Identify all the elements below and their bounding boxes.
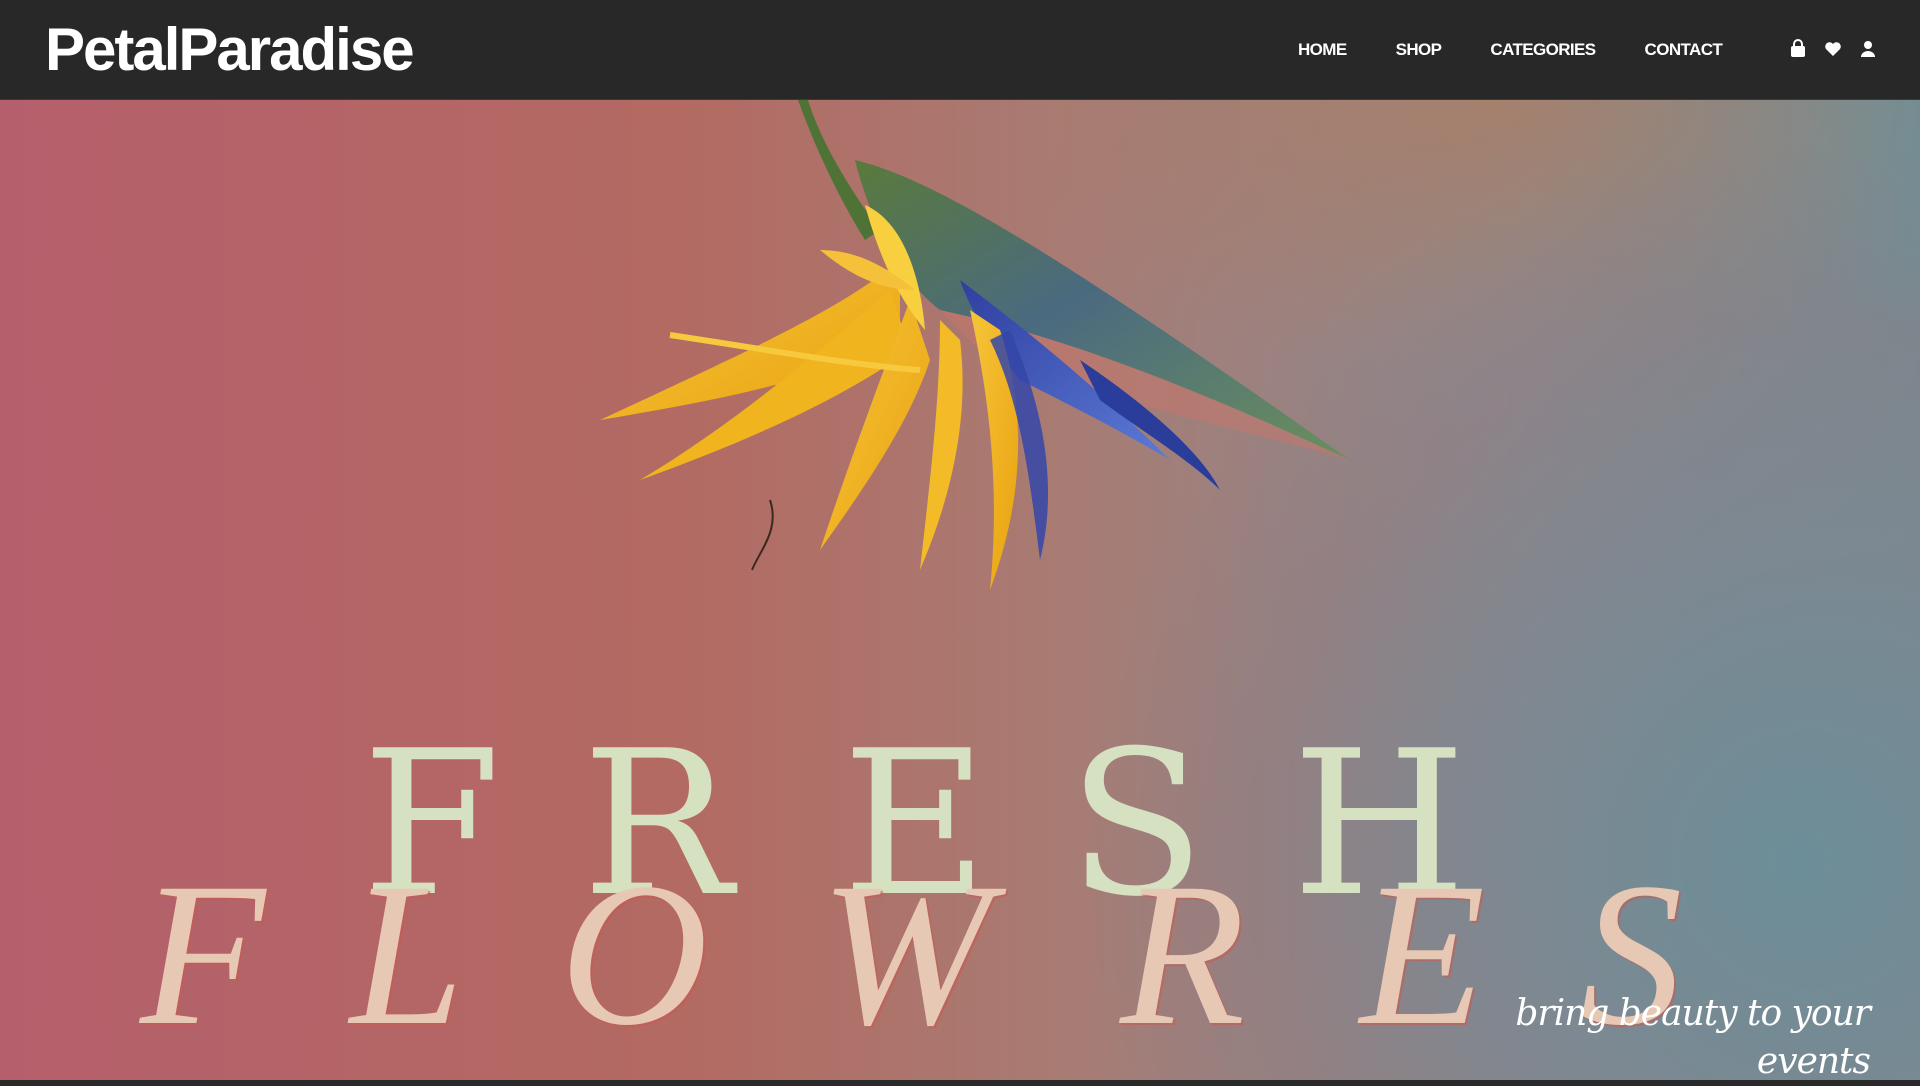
- hero-title-letter: O: [560, 841, 709, 1068]
- hero-section: F R E S H F L O W R E S: [0, 100, 1920, 1080]
- heart-icon[interactable]: [1823, 39, 1843, 59]
- hero-title-letter: R: [1120, 841, 1246, 1068]
- bag-icon[interactable]: [1788, 39, 1808, 59]
- nav-contact-link[interactable]: CONTACT: [1645, 38, 1723, 62]
- user-icon[interactable]: [1858, 39, 1878, 59]
- nav-shop-link[interactable]: SHOP: [1396, 38, 1442, 62]
- brand-logo[interactable]: PetalParadise: [45, 14, 415, 86]
- nav-home-link[interactable]: HOME: [1298, 38, 1347, 62]
- flower-image: [600, 100, 1350, 590]
- site-header: PetalParadise HOME SHOP CATEGORIES CONTA…: [0, 0, 1920, 100]
- hero-tagline: bring beauty to your events: [1515, 993, 1871, 1082]
- hero-title-letter: L: [350, 841, 465, 1068]
- hero-title-letter: F: [140, 841, 266, 1068]
- main-nav: HOME SHOP CATEGORIES CONTACT: [1298, 38, 1771, 62]
- hero-title-letter: E: [1360, 841, 1486, 1068]
- header-icons: [1788, 39, 1893, 59]
- hero-title-letter: W: [820, 841, 991, 1068]
- nav-categories-link[interactable]: CATEGORIES: [1490, 38, 1596, 62]
